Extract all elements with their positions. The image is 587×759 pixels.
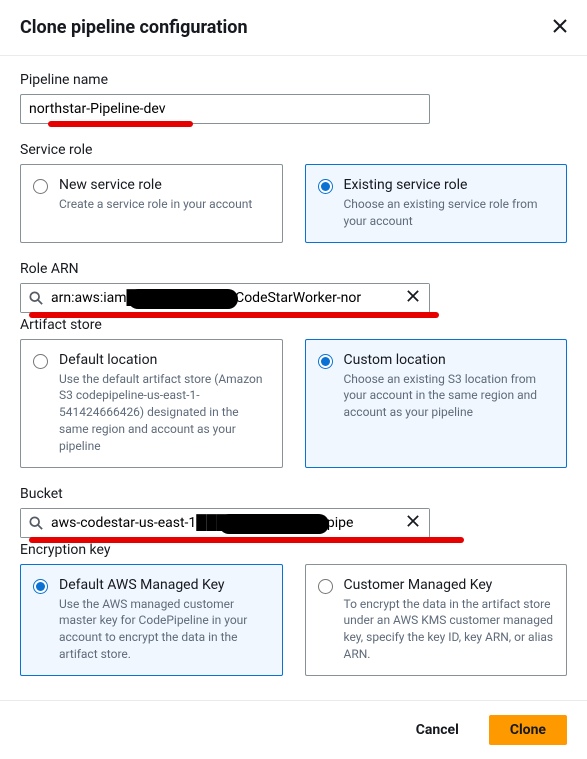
radio-desc: Choose an existing service role from you…	[344, 196, 555, 230]
radio-title: Default AWS Managed Key	[59, 577, 270, 593]
pipeline-name-section: Pipeline name	[20, 72, 567, 124]
bucket-combo[interactable]	[20, 508, 430, 538]
close-icon	[407, 515, 419, 527]
clone-pipeline-dialog: Clone pipeline configuration Pipeline na…	[0, 0, 587, 759]
encryption-key-options: Default AWS Managed Key Use the AWS mana…	[20, 564, 567, 676]
encryption-key-label: Encryption key	[20, 542, 567, 558]
radio-title: New service role	[59, 177, 270, 193]
pipeline-name-input[interactable]	[20, 94, 430, 124]
bucket-label: Bucket	[20, 486, 567, 502]
encryption-key-section: Encryption key Default AWS Managed Key U…	[20, 542, 567, 676]
clear-bucket-button[interactable]	[403, 512, 423, 534]
dialog-footer: Cancel Clone	[0, 700, 587, 759]
radio-desc: Use the AWS managed customer master key …	[59, 596, 270, 663]
dialog-body: Pipeline name Service role New service r…	[0, 56, 587, 700]
pipeline-name-label: Pipeline name	[20, 72, 567, 88]
existing-service-role-radio[interactable]	[318, 179, 333, 194]
artifact-store-label: Artifact store	[20, 317, 567, 333]
role-arn-section: Role ARN	[20, 261, 567, 313]
radio-desc: To encrypt the data in the artifact stor…	[344, 596, 555, 663]
cancel-button[interactable]: Cancel	[396, 716, 479, 744]
role-arn-combo[interactable]	[20, 283, 430, 313]
dialog-header: Clone pipeline configuration	[0, 0, 587, 56]
custom-location-radio[interactable]	[318, 354, 333, 369]
close-button[interactable]	[553, 16, 567, 39]
new-service-role-radio[interactable]	[33, 179, 48, 194]
new-service-role-card[interactable]: New service role Create a service role i…	[20, 164, 283, 243]
default-location-card[interactable]: Default location Use the default artifac…	[20, 339, 283, 468]
artifact-store-options: Default location Use the default artifac…	[20, 339, 567, 468]
custom-location-card[interactable]: Custom location Choose an existing S3 lo…	[305, 339, 568, 468]
artifact-store-section: Artifact store Default location Use the …	[20, 317, 567, 468]
annotation-redline	[48, 121, 193, 127]
default-aws-key-card[interactable]: Default AWS Managed Key Use the AWS mana…	[20, 564, 283, 676]
close-icon	[407, 290, 419, 302]
radio-desc: Use the default artifact store (Amazon S…	[59, 371, 270, 455]
radio-title: Custom location	[344, 352, 555, 368]
redaction-bar	[128, 289, 238, 309]
default-aws-key-radio[interactable]	[33, 579, 48, 594]
clear-role-arn-button[interactable]	[403, 287, 423, 309]
existing-service-role-card[interactable]: Existing service role Choose an existing…	[305, 164, 568, 243]
service-role-options: New service role Create a service role i…	[20, 164, 567, 243]
default-location-radio[interactable]	[33, 354, 48, 369]
clone-button[interactable]: Clone	[489, 715, 567, 745]
role-arn-label: Role ARN	[20, 261, 567, 277]
radio-title: Default location	[59, 352, 270, 368]
close-icon	[553, 19, 567, 33]
radio-title: Existing service role	[344, 177, 555, 193]
service-role-label: Service role	[20, 142, 567, 158]
bucket-section: Bucket	[20, 486, 567, 538]
service-role-section: Service role New service role Create a s…	[20, 142, 567, 243]
dialog-title: Clone pipeline configuration	[20, 17, 248, 38]
redaction-bar	[219, 514, 329, 534]
radio-desc: Create a service role in your account	[59, 196, 270, 213]
radio-desc: Choose an existing S3 location from your…	[344, 371, 555, 421]
radio-title: Customer Managed Key	[344, 577, 555, 593]
customer-managed-key-card[interactable]: Customer Managed Key To encrypt the data…	[305, 564, 568, 676]
customer-managed-key-radio[interactable]	[318, 579, 333, 594]
